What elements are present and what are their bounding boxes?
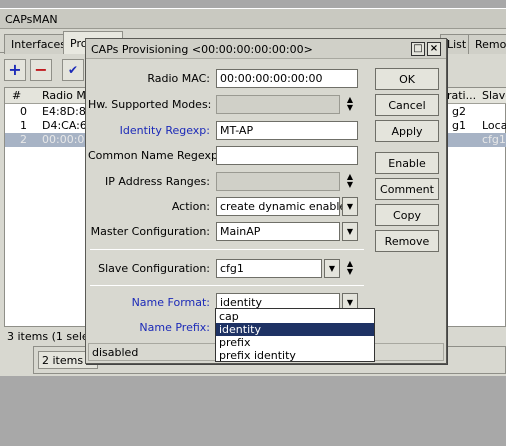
radio-mac-field[interactable]: 00:00:00:00:00:00 xyxy=(216,69,358,88)
row-radio-mac: D4:CA:6D xyxy=(42,119,89,132)
row-number: 0 xyxy=(20,105,27,118)
divider xyxy=(90,285,364,286)
dialog-title: CAPs Provisioning <00:00:00:00:00:00> xyxy=(86,39,446,59)
row-radio-mac: E4:8D:80 xyxy=(42,105,89,118)
row-number: 1 xyxy=(20,119,27,132)
remove-button[interactable]: − xyxy=(30,59,52,81)
identity-regexp-label: Identity Regexp: xyxy=(119,124,210,137)
column-header[interactable]: # xyxy=(9,89,39,103)
enable-button[interactable]: Enable xyxy=(375,152,439,174)
maximize-icon[interactable]: □ xyxy=(411,42,425,56)
radio-mac-label: Radio MAC: xyxy=(147,72,210,85)
divider xyxy=(90,249,364,250)
add-button[interactable]: + xyxy=(4,59,26,81)
apply-button[interactable]: Apply xyxy=(375,120,439,142)
hw-modes-label: Hw. Supported Modes: xyxy=(88,98,212,111)
chevron-down-icon[interactable]: ▼ xyxy=(342,197,358,216)
dropdown-option-cap[interactable]: cap xyxy=(216,310,374,323)
ip-ranges-field[interactable] xyxy=(216,172,340,191)
action-select[interactable]: create dynamic enabled xyxy=(216,197,353,216)
cancel-button[interactable]: Cancel xyxy=(375,94,439,116)
column-header[interactable]: Slave xyxy=(479,89,506,103)
enable-button[interactable]: ✔ xyxy=(62,59,84,81)
row-configuration: g1 xyxy=(452,119,466,132)
remove-button[interactable]: Remove xyxy=(375,230,439,252)
ip-ranges-label: IP Address Ranges: xyxy=(105,175,210,188)
master-configuration-select[interactable]: MainAP xyxy=(216,222,340,241)
tab-remote[interactable]: Remote xyxy=(468,34,506,54)
dropdown-option-prefix-identity[interactable]: prefix identity xyxy=(216,349,374,362)
row-configuration xyxy=(449,133,479,147)
name-format-label: Name Format: xyxy=(131,296,210,309)
common-name-regexp-label: Common Name Regexp: xyxy=(88,149,222,162)
identity-regexp-field[interactable]: MT-AP xyxy=(216,121,358,140)
spin-updown-icon[interactable]: ▲ ▼ xyxy=(344,96,356,114)
slave-configuration-label: Slave Configuration: xyxy=(98,262,210,275)
row-number: 2 xyxy=(20,133,27,146)
column-header[interactable]: Radio MA xyxy=(39,89,89,103)
ok-button[interactable]: OK xyxy=(375,68,439,90)
chevron-down-icon[interactable]: ▼ xyxy=(324,259,340,278)
dropdown-option-identity[interactable]: identity xyxy=(216,323,374,336)
row-slave xyxy=(479,105,506,119)
capsman-title: CAPsMAN xyxy=(0,9,506,29)
dropdown-option-prefix[interactable]: prefix xyxy=(216,336,374,349)
row-slave: Loca xyxy=(482,119,506,132)
name-format-dropdown: cap identity prefix prefix identity xyxy=(215,308,375,362)
master-configuration-label: Master Configuration: xyxy=(90,225,210,238)
name-prefix-label: Name Prefix: xyxy=(139,321,210,334)
row-radio-mac: 00:00:00 xyxy=(42,133,89,146)
action-label: Action: xyxy=(171,200,210,213)
row-configuration: g2 xyxy=(452,105,466,118)
slave-configuration-select[interactable]: cfg1 xyxy=(216,259,322,278)
row-slave: cfg1 xyxy=(482,133,506,146)
copy-button[interactable]: Copy xyxy=(375,204,439,226)
close-icon[interactable]: × xyxy=(427,42,441,56)
chevron-down-icon[interactable]: ▼ xyxy=(342,222,358,241)
common-name-regexp-field[interactable] xyxy=(216,146,358,165)
spin-updown-icon[interactable]: ▲ ▼ xyxy=(344,173,356,191)
comment-button[interactable]: Comment xyxy=(375,178,439,200)
spin-updown-icon[interactable]: ▲ ▼ xyxy=(344,260,356,278)
hw-modes-field[interactable] xyxy=(216,95,340,114)
